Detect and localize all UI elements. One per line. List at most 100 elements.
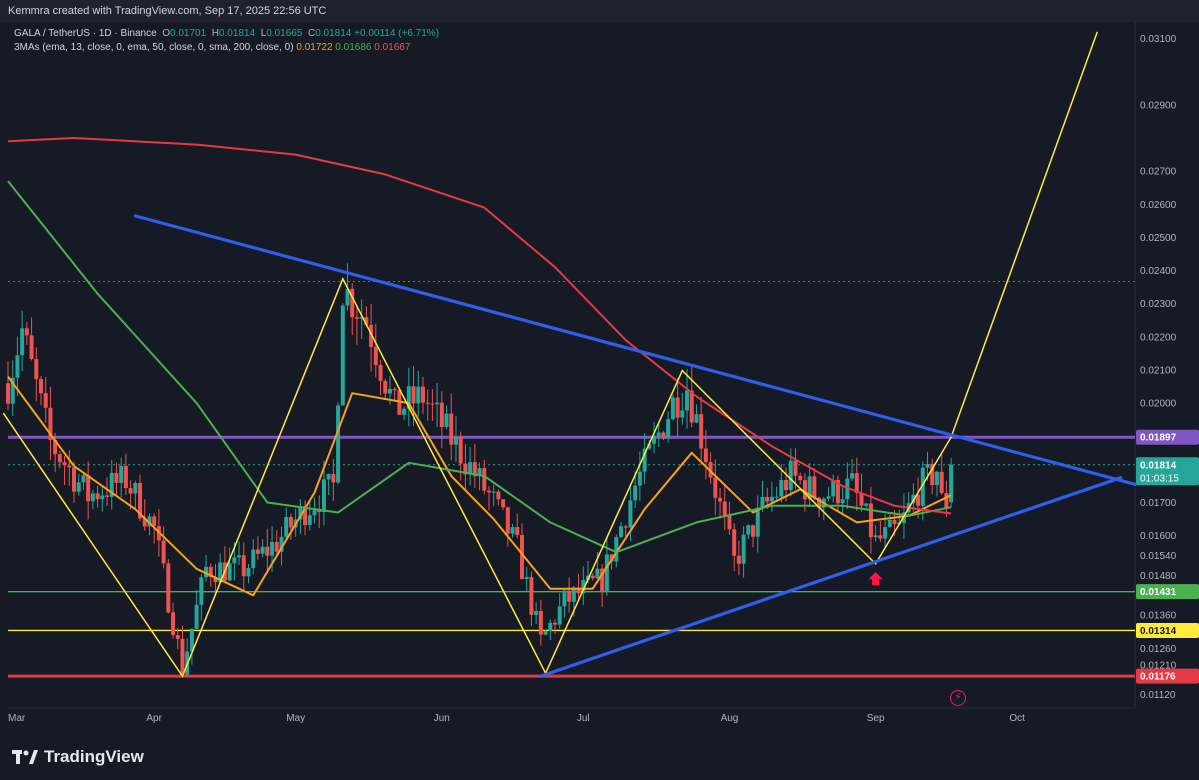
candle-body xyxy=(637,471,642,486)
price-tick-label: 0.01480 xyxy=(1140,571,1177,582)
candle-body xyxy=(670,397,675,420)
candle-body xyxy=(227,563,232,581)
candle-body xyxy=(510,527,515,534)
candle-body xyxy=(312,510,317,516)
candle-body xyxy=(590,575,595,579)
brand[interactable]: TradingView xyxy=(12,745,144,769)
price-tick-label: 0.02100 xyxy=(1140,365,1177,376)
candle-body xyxy=(680,410,685,418)
chart-area[interactable]: 0.03100 0.02900 0.02700 0.02600 0.02500 0.024… xyxy=(0,0,1199,780)
candle-body xyxy=(458,436,463,464)
candle-body xyxy=(515,527,520,536)
candle-body xyxy=(656,432,661,437)
ma2-value: 0.01686 xyxy=(335,42,372,53)
candle-body xyxy=(194,604,199,629)
price-label-1[interactable]: 0.01814 01:03:15 xyxy=(1136,457,1199,486)
price-label-2[interactable]: 0.01431 xyxy=(1136,584,1199,600)
candle[interactable] xyxy=(670,394,675,421)
candle-body xyxy=(628,500,633,528)
candle-body xyxy=(237,555,242,558)
candle-body xyxy=(675,397,680,418)
price-axis[interactable]: 0.03100 0.02900 0.02700 0.02600 0.02500 0.024… xyxy=(1136,34,1199,701)
candle[interactable] xyxy=(949,458,954,508)
candle-body xyxy=(873,535,878,538)
price-tick-label: 0.01360 xyxy=(1140,611,1177,622)
price-tick-label: 0.02300 xyxy=(1140,299,1177,310)
candle-body xyxy=(133,482,138,494)
price-tick-label: 0.01260 xyxy=(1140,644,1177,655)
tradingview-logo-icon xyxy=(12,750,38,764)
candle-body xyxy=(420,386,425,403)
candle-body xyxy=(689,390,694,423)
candle-body xyxy=(43,393,48,408)
high-key: H xyxy=(211,28,219,39)
candle-body xyxy=(453,436,458,445)
candle-body xyxy=(6,383,10,404)
candle-body xyxy=(548,622,553,632)
candle-body xyxy=(29,335,34,360)
candle-body xyxy=(95,493,100,500)
candle-body xyxy=(486,490,491,493)
candle-body xyxy=(722,501,727,516)
candle-body xyxy=(534,611,539,615)
candle-body xyxy=(529,577,534,615)
price-tick-label: 0.03100 xyxy=(1140,34,1177,45)
candle-body xyxy=(100,495,105,500)
time-axis[interactable]: Mar Apr May Jun Jul Aug Sep Oct xyxy=(8,713,1025,724)
price-label-0[interactable]: 0.01897 xyxy=(1136,429,1199,445)
candle-body xyxy=(741,534,746,564)
price-tick-label: 0.02900 xyxy=(1140,100,1177,111)
high-value: 0.01814 xyxy=(218,28,256,39)
candle-body xyxy=(24,328,29,336)
candle-body xyxy=(105,495,110,497)
candle-body xyxy=(552,622,557,625)
candle-body xyxy=(727,515,732,530)
lightning-icon[interactable]: ⚡ xyxy=(950,690,966,706)
candle-body xyxy=(62,462,67,466)
candle-body xyxy=(491,491,496,493)
candle-body xyxy=(826,496,831,499)
candle-body xyxy=(392,388,397,391)
candle-body xyxy=(90,493,95,502)
header-text: Kemmra created with TradingView.com, Sep… xyxy=(8,5,327,17)
candle-body xyxy=(255,549,260,554)
price-tick-label: 0.02500 xyxy=(1140,233,1177,244)
price-label-4[interactable]: 0.01176 xyxy=(1136,668,1199,684)
candle-body xyxy=(661,432,666,439)
candle-body xyxy=(373,347,378,366)
candle-body xyxy=(425,402,430,404)
price-label-text: 0.01897 xyxy=(1140,433,1177,444)
ohlc-legend[interactable]: GALA / TetherUS · 1D · Binance O0.01701 … xyxy=(14,28,439,39)
candle-body xyxy=(307,515,312,525)
price-label-text: 0.01431 xyxy=(1140,587,1177,598)
candle-body xyxy=(944,493,949,509)
close-value: 0.01814 xyxy=(315,28,352,39)
candle[interactable] xyxy=(166,559,171,614)
candle-body xyxy=(449,413,454,445)
price-chart[interactable]: 0.03100 0.02900 0.02700 0.02600 0.02500 0.024… xyxy=(0,0,1199,780)
candle[interactable] xyxy=(336,402,341,485)
candle-body xyxy=(336,405,341,483)
time-tick-label: May xyxy=(286,713,305,724)
ma1-value: 0.01722 xyxy=(296,42,333,53)
candle-body xyxy=(892,519,897,525)
candle-body xyxy=(496,491,501,500)
ma-legend[interactable]: 3MAs (ema, 13, close, 0, ema, 50, close,… xyxy=(14,42,410,53)
candle-body xyxy=(769,496,774,502)
candle-body xyxy=(326,473,331,480)
candle-body xyxy=(152,516,157,527)
ma3-value: 0.01667 xyxy=(374,42,411,53)
time-tick-label: Sep xyxy=(867,713,885,724)
candle[interactable] xyxy=(340,303,345,406)
candle-body xyxy=(232,557,237,564)
candle-body xyxy=(123,465,128,489)
candle-body xyxy=(779,480,784,497)
candle-body xyxy=(934,471,939,486)
candle-body xyxy=(774,496,779,498)
time-tick-label: Jun xyxy=(434,713,450,724)
candle-body xyxy=(199,577,204,605)
price-label-3[interactable]: 0.01314 xyxy=(1136,622,1199,638)
price-tick-label: 0.01540 xyxy=(1140,551,1177,562)
candle-body xyxy=(746,525,751,535)
candle-body xyxy=(119,465,124,483)
